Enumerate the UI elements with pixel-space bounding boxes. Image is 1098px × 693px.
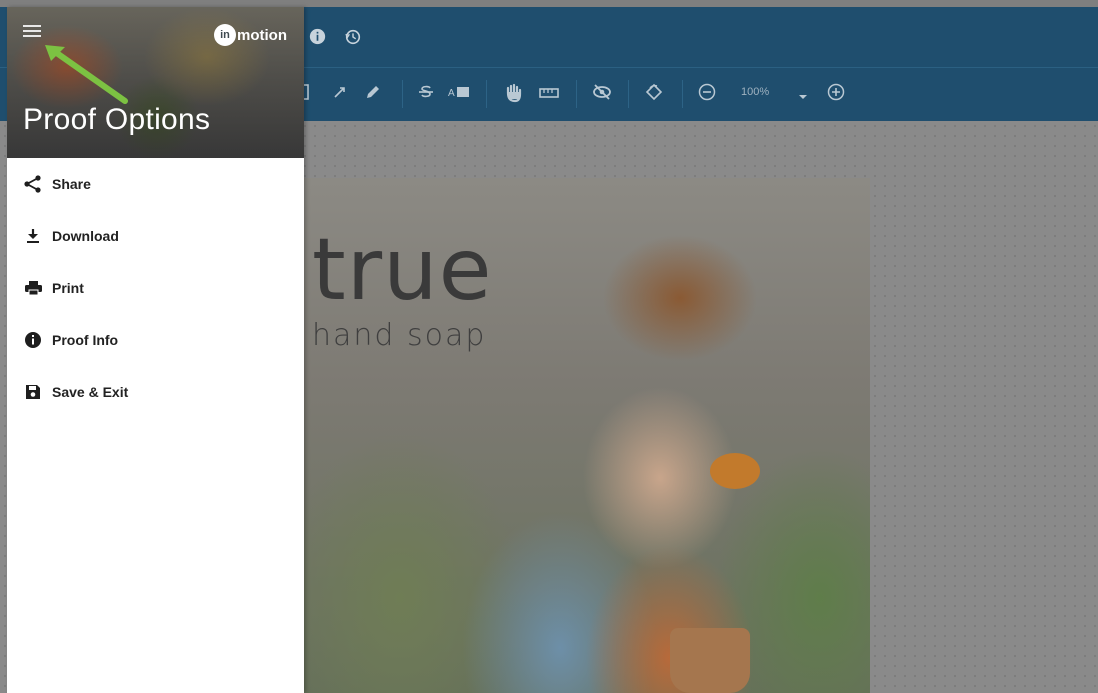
ruler-icon[interactable]: [539, 83, 559, 105]
svg-text:A: A: [448, 88, 455, 99]
menu-item-download[interactable]: Download: [7, 210, 304, 262]
menu-item-print[interactable]: Print: [7, 262, 304, 314]
drawer-header: in motion Proof Options: [7, 7, 304, 158]
toolbar-divider: [486, 80, 487, 108]
zoom-out-icon[interactable]: [698, 83, 716, 106]
menu-item-save-exit[interactable]: Save & Exit: [7, 366, 304, 418]
info-icon[interactable]: [309, 28, 326, 50]
proof-options-drawer: in motion Proof Options Share Download P…: [7, 7, 304, 693]
drawer-title: Proof Options: [23, 103, 211, 136]
download-icon: [23, 226, 43, 246]
replace-text-icon[interactable]: A: [448, 83, 472, 106]
toolbar-divider: [402, 80, 403, 108]
strikethrough-icon[interactable]: [417, 83, 435, 106]
zoom-in-icon[interactable]: [827, 83, 845, 106]
hand-icon[interactable]: [505, 83, 523, 108]
proof-image[interactable]: true hand soap: [300, 178, 870, 693]
menu-item-proof-info[interactable]: Proof Info: [7, 314, 304, 366]
menu-item-label: Share: [52, 176, 91, 192]
hide-icon[interactable]: [592, 83, 612, 106]
annotation-arrow-icon: [45, 45, 128, 104]
print-icon: [23, 278, 43, 298]
flower-graphic: [710, 453, 760, 489]
pot-graphic: [670, 628, 750, 693]
logo-badge: in: [214, 24, 236, 46]
toolbar-divider: [576, 80, 577, 108]
pen-icon[interactable]: [364, 83, 382, 106]
toolbar-divider: [628, 80, 629, 108]
rotate-icon[interactable]: [645, 83, 663, 106]
drawer-menu: Share Download Print Proof Info Save & E…: [7, 158, 304, 418]
zoom-dropdown-icon[interactable]: [798, 85, 808, 107]
toolbar-divider: [682, 80, 683, 108]
proof-subline: hand soap: [312, 318, 487, 353]
menu-item-label: Proof Info: [52, 332, 119, 348]
menu-item-label: Print: [52, 280, 84, 296]
arrow-icon[interactable]: [332, 83, 348, 105]
history-icon[interactable]: [344, 28, 362, 51]
info-icon: [23, 330, 43, 350]
menu-item-share[interactable]: Share: [7, 158, 304, 210]
inmotion-logo: in motion: [214, 22, 287, 48]
menu-item-label: Save & Exit: [52, 384, 129, 400]
save-icon: [23, 382, 43, 402]
logo-text: motion: [237, 26, 287, 44]
menu-item-label: Download: [52, 228, 119, 244]
hamburger-menu-icon[interactable]: [23, 25, 41, 39]
zoom-level[interactable]: 100%: [741, 86, 769, 98]
share-icon: [23, 174, 43, 194]
proof-headline: true: [312, 220, 493, 320]
